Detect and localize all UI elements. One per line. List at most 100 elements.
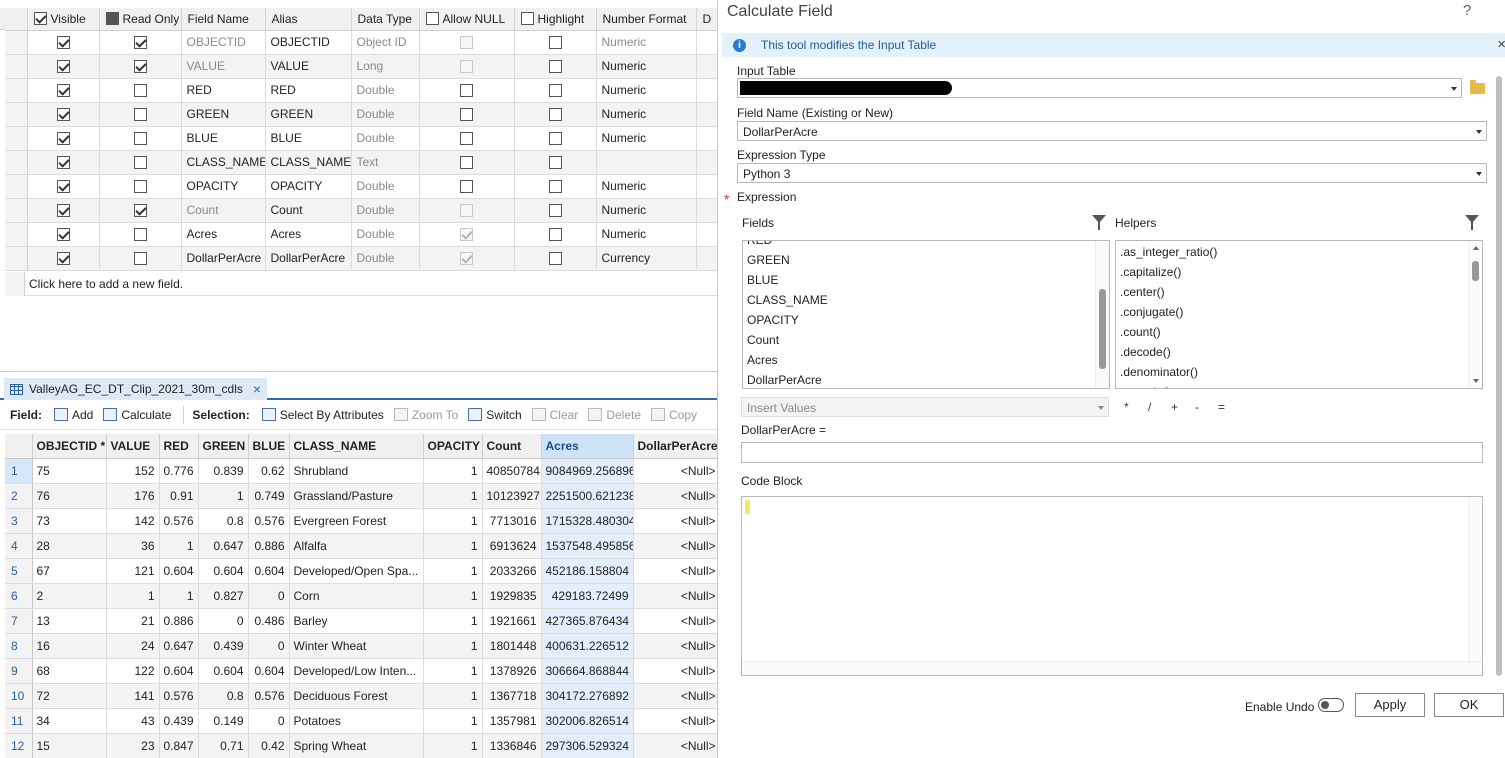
clear-button[interactable]: Clear xyxy=(528,404,583,426)
number-format-cell[interactable]: Numeric xyxy=(596,30,697,55)
table-cell[interactable]: 0.886 xyxy=(159,608,199,634)
table-cell[interactable]: 0 xyxy=(248,583,290,609)
table-cell[interactable]: 1 xyxy=(423,608,483,634)
alias-cell[interactable]: Acres xyxy=(265,222,352,247)
alias-cell[interactable]: RED xyxy=(265,78,352,103)
field-name-cell[interactable]: BLUE xyxy=(181,126,266,151)
table-cell[interactable]: 13 xyxy=(32,608,107,634)
alias-cell[interactable]: OBJECTID xyxy=(265,30,352,55)
table-cell[interactable]: 0.71 xyxy=(198,733,249,758)
row-header[interactable] xyxy=(5,198,28,223)
table-cell[interactable]: 0.604 xyxy=(159,658,199,684)
allow-null-checkbox[interactable] xyxy=(460,108,473,122)
number-format-cell[interactable]: Numeric xyxy=(596,54,697,79)
highlight-checkbox[interactable] xyxy=(548,180,562,194)
number-format-cell[interactable]: Currency xyxy=(596,246,697,271)
visible-all-checkbox[interactable] xyxy=(33,12,47,26)
table-cell[interactable]: 452186.158804 xyxy=(541,558,634,584)
table-cell[interactable]: Corn xyxy=(289,583,424,609)
op-multiply[interactable]: * xyxy=(1124,400,1129,414)
table-cell[interactable]: 122 xyxy=(106,658,160,684)
table-cell[interactable]: <Null> xyxy=(633,558,721,584)
alias-cell[interactable]: GREEN xyxy=(265,102,352,127)
table-cell[interactable]: <Null> xyxy=(633,708,721,734)
table-cell[interactable]: 176 xyxy=(106,483,160,509)
row-number[interactable]: 4 xyxy=(5,533,33,559)
table-cell[interactable]: 297306.529324 xyxy=(541,733,634,758)
table-cell[interactable]: 1367718 xyxy=(482,683,542,709)
table-cell[interactable]: <Null> xyxy=(633,533,721,559)
col-allow-null[interactable]: Allow NULL xyxy=(419,8,515,31)
highlight-checkbox[interactable] xyxy=(548,36,562,50)
column-header[interactable]: VALUE xyxy=(106,434,160,459)
table-cell[interactable]: 1715328.480304 xyxy=(541,508,634,534)
table-cell[interactable]: 1 xyxy=(423,483,483,509)
visible-checkbox[interactable] xyxy=(56,36,70,50)
helpers-list-item[interactable]: .as_integer_ratio() xyxy=(1116,242,1482,262)
row-number[interactable]: 10 xyxy=(5,683,33,709)
alias-cell[interactable]: DollarPerAcre xyxy=(265,246,352,271)
table-cell[interactable]: 0 xyxy=(248,708,290,734)
number-format-cell[interactable]: Numeric xyxy=(596,198,697,223)
table-cell[interactable]: 121 xyxy=(106,558,160,584)
row-header[interactable] xyxy=(5,150,28,175)
highlight-all-checkbox[interactable] xyxy=(520,12,534,26)
scroll-up-icon[interactable] xyxy=(1473,246,1479,250)
fields-list-item[interactable]: BLUE xyxy=(743,270,1109,290)
alias-cell[interactable]: VALUE xyxy=(265,54,352,79)
field-row[interactable]: Count Count Double Numeric xyxy=(5,198,721,223)
table-cell[interactable]: Developed/Low Inten... xyxy=(289,658,424,684)
table-cell[interactable]: 0.604 xyxy=(159,558,199,584)
field-name-cell[interactable]: CLASS_NAME xyxy=(181,150,266,175)
table-cell[interactable]: 36 xyxy=(106,533,160,559)
table-cell[interactable]: Alfalfa xyxy=(289,533,424,559)
col-visible[interactable]: Visible xyxy=(27,8,100,31)
add-field-button[interactable]: Add xyxy=(50,404,97,426)
highlight-checkbox[interactable] xyxy=(548,228,562,242)
close-info-icon[interactable]: × xyxy=(1497,36,1505,53)
expression-input[interactable] xyxy=(741,442,1483,463)
helpers-list-item[interactable]: .decode() xyxy=(1116,342,1482,362)
table-cell[interactable]: 0.647 xyxy=(198,533,249,559)
table-row[interactable]: 11 34 43 0.439 0.149 0 Potatoes 1 1357981 302006.… xyxy=(5,708,721,734)
add-field-row[interactable]: Click here to add a new field. xyxy=(5,272,720,296)
fields-list-item[interactable]: RED xyxy=(743,241,1109,250)
table-cell[interactable]: 0.839 xyxy=(198,458,249,484)
table-cell[interactable]: <Null> xyxy=(633,658,721,684)
table-cell[interactable]: 429183.72499 xyxy=(541,583,634,609)
table-cell[interactable]: 1378926 xyxy=(482,658,542,684)
row-header[interactable] xyxy=(5,222,28,247)
table-cell[interactable]: 0.486 xyxy=(248,608,290,634)
row-header[interactable] xyxy=(5,102,28,127)
table-cell[interactable]: Spring Wheat xyxy=(289,733,424,758)
row-number[interactable]: 6 xyxy=(5,583,33,609)
fields-filter-icon[interactable] xyxy=(1092,215,1106,230)
helpers-filter-icon[interactable] xyxy=(1465,215,1479,230)
field-name-cell[interactable]: VALUE xyxy=(181,54,266,79)
row-number[interactable]: 2 xyxy=(5,483,33,509)
visible-checkbox[interactable] xyxy=(56,132,70,146)
table-cell[interactable]: 1 xyxy=(423,583,483,609)
table-cell[interactable]: 0.604 xyxy=(248,558,290,584)
field-name-cell[interactable]: GREEN xyxy=(181,102,266,127)
table-cell[interactable]: 0.647 xyxy=(159,633,199,659)
col-read-only[interactable]: Read Only xyxy=(99,8,182,31)
table-cell[interactable]: 0.8 xyxy=(198,683,249,709)
visible-checkbox[interactable] xyxy=(56,84,70,98)
helpers-list[interactable]: .as_integer_ratio() .capitalize() .center(… xyxy=(1115,240,1483,389)
row-number[interactable]: 7 xyxy=(5,608,33,634)
table-cell[interactable]: 1 xyxy=(106,583,160,609)
help-icon[interactable]: ? xyxy=(1463,2,1471,19)
table-cell[interactable]: 1 xyxy=(159,533,199,559)
readonly-all-checkbox[interactable] xyxy=(105,12,119,26)
table-row[interactable]: 6 2 1 1 0.827 0 Corn 1 1929835 429183.72499 <Null> xyxy=(5,583,721,609)
copy-button[interactable]: Copy xyxy=(647,404,701,426)
table-cell[interactable]: 1 xyxy=(423,683,483,709)
table-cell[interactable]: 0.847 xyxy=(159,733,199,758)
scroll-down-icon[interactable] xyxy=(1473,379,1479,383)
row-number[interactable]: 12 xyxy=(5,733,33,758)
table-cell[interactable]: 306664.868844 xyxy=(541,658,634,684)
data-type-cell[interactable]: Double xyxy=(351,126,420,151)
column-header[interactable]: Acres xyxy=(541,434,634,459)
table-cell[interactable]: <Null> xyxy=(633,583,721,609)
